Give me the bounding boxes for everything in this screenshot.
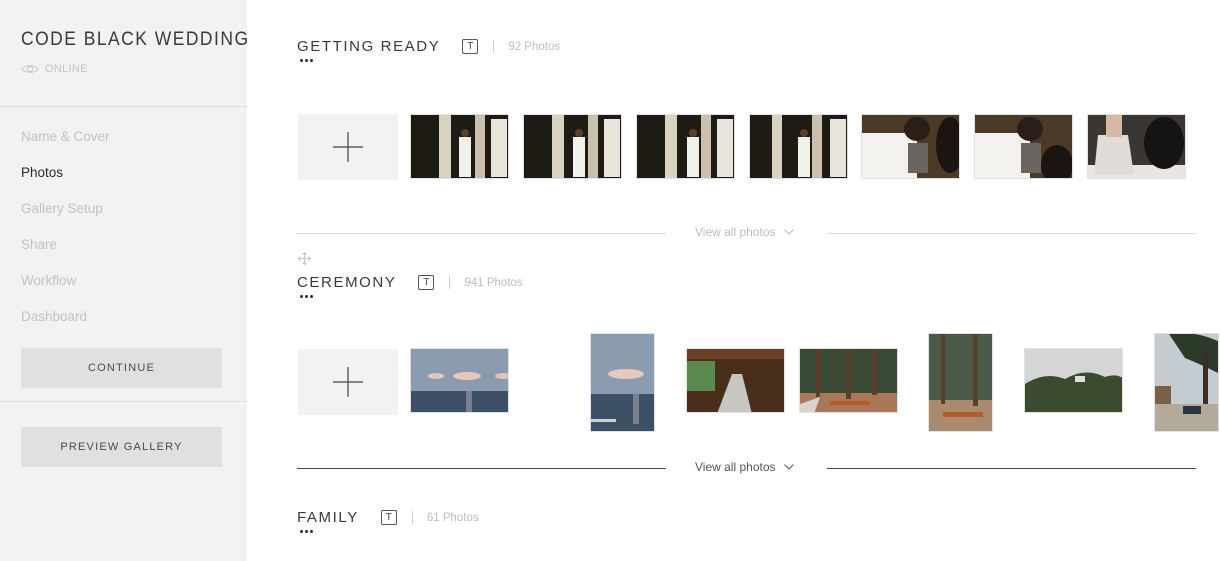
- photo-count: 61 Photos: [426, 511, 479, 524]
- photo-sets-panel: GETTING READY T 92 Photos View all photo…: [247, 0, 1220, 561]
- photo-thumbnail[interactable]: [1024, 348, 1123, 413]
- header-separator: [493, 40, 495, 53]
- sidebar-divider: [0, 106, 247, 107]
- more-options-icon[interactable]: [300, 530, 313, 533]
- sidebar-item-share[interactable]: Share: [21, 236, 110, 272]
- set-header-family: FAMILY T 61 Photos: [297, 509, 479, 526]
- photo-row-getting-ready: [297, 108, 1197, 228]
- view-all-photos-link[interactable]: View all photos: [695, 225, 794, 239]
- section-divider: [827, 468, 1196, 469]
- header-separator: [411, 511, 413, 524]
- photo-thumbnail[interactable]: [1087, 114, 1186, 179]
- photo-thumbnail[interactable]: [686, 348, 785, 413]
- set-title[interactable]: CEREMONY: [297, 274, 396, 291]
- eye-icon: [21, 65, 39, 73]
- photo-thumbnail[interactable]: [410, 348, 509, 413]
- set-title[interactable]: GETTING READY: [297, 38, 440, 55]
- drag-handle-icon[interactable]: [298, 252, 311, 265]
- chevron-down-icon: [783, 229, 794, 235]
- plus-icon: [333, 367, 363, 397]
- view-all-getting-ready: View all photos: [297, 223, 1196, 243]
- view-all-ceremony: View all photos: [297, 458, 1196, 478]
- continue-button[interactable]: CONTINUE: [21, 348, 222, 388]
- add-photos-button[interactable]: [298, 114, 398, 180]
- sidebar-divider: [0, 401, 247, 402]
- set-title[interactable]: FAMILY: [297, 509, 359, 526]
- set-header-getting-ready: GETTING READY T 92 Photos: [297, 38, 560, 55]
- sidebar-item-dashboard[interactable]: Dashboard: [21, 308, 110, 344]
- photo-thumbnail[interactable]: [749, 114, 848, 179]
- sidebar-item-name-cover[interactable]: Name & Cover: [21, 128, 110, 164]
- more-options-icon[interactable]: [300, 59, 313, 62]
- set-header-ceremony: CEREMONY T 941 Photos: [297, 274, 523, 291]
- view-all-label: View all photos: [695, 460, 776, 474]
- sidebar-item-gallery-setup[interactable]: Gallery Setup: [21, 200, 110, 236]
- photo-row-ceremony: [297, 333, 1219, 453]
- status-label: ONLINE: [45, 63, 88, 75]
- sidebar: CODE BLACK WEDDING ONLINE Name & Cover P…: [0, 0, 250, 561]
- view-all-label: View all photos: [695, 225, 776, 239]
- gallery-status: ONLINE: [21, 63, 88, 75]
- preview-gallery-button[interactable]: PREVIEW GALLERY: [21, 427, 222, 467]
- photo-thumbnail[interactable]: [590, 333, 655, 432]
- section-divider: [827, 233, 1196, 234]
- header-separator: [449, 276, 451, 289]
- photo-thumbnail[interactable]: [799, 348, 898, 413]
- photo-count: 941 Photos: [464, 276, 523, 289]
- section-divider: [297, 468, 666, 469]
- photo-thumbnail[interactable]: [928, 333, 993, 432]
- photo-thumbnail[interactable]: [1154, 333, 1219, 432]
- sidebar-nav: Name & Cover Photos Gallery Setup Share …: [21, 128, 110, 344]
- photo-thumbnail[interactable]: [861, 114, 960, 179]
- text-style-icon[interactable]: T: [418, 275, 435, 290]
- chevron-down-icon: [783, 464, 794, 470]
- sidebar-item-photos[interactable]: Photos: [21, 164, 110, 200]
- app: CODE BLACK WEDDING ONLINE Name & Cover P…: [0, 0, 1220, 561]
- photo-thumbnail[interactable]: [523, 114, 622, 179]
- photo-thumbnail[interactable]: [636, 114, 735, 179]
- sidebar-item-workflow[interactable]: Workflow: [21, 272, 110, 308]
- text-style-icon[interactable]: T: [462, 39, 479, 54]
- view-all-photos-link[interactable]: View all photos: [695, 460, 794, 474]
- gallery-title: CODE BLACK WEDDING: [21, 29, 250, 50]
- photo-thumbnail[interactable]: [410, 114, 509, 179]
- plus-icon: [333, 132, 363, 162]
- photo-count: 92 Photos: [508, 40, 561, 53]
- add-photos-button[interactable]: [298, 349, 398, 415]
- section-divider: [297, 233, 666, 234]
- text-style-icon[interactable]: T: [380, 510, 397, 525]
- more-options-icon[interactable]: [300, 295, 313, 298]
- photo-thumbnail[interactable]: [974, 114, 1073, 179]
